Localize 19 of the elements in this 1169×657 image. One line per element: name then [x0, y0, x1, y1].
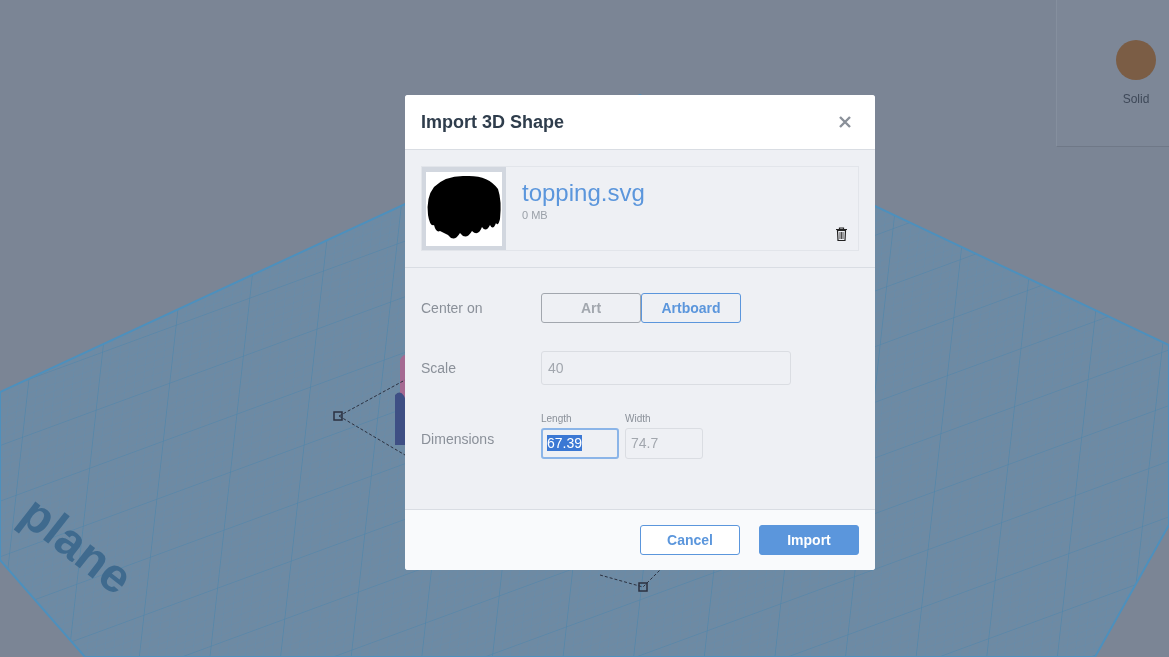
input-field[interactable]: 67.39 — [541, 428, 619, 459]
toggle-option[interactable]: Artboard — [641, 293, 741, 323]
field-label: Dimensions — [421, 431, 496, 449]
field-label: Length — [541, 413, 573, 424]
close-icon[interactable] — [839, 116, 851, 128]
toggle-option[interactable]: Art — [541, 293, 641, 323]
file-name: topping.svg — [522, 179, 645, 207]
dialog-title: Import 3D Shape — [421, 111, 565, 133]
field-label: Center on — [421, 300, 484, 316]
field-label: Width — [625, 413, 652, 424]
color-swatch[interactable] — [1116, 40, 1156, 80]
swatch-label: Solid — [1122, 92, 1150, 106]
scale-field[interactable]: 40 — [541, 351, 791, 385]
field-label: Scale — [421, 360, 458, 376]
cancel-button[interactable]: Cancel — [640, 525, 740, 555]
trash-icon[interactable] — [836, 227, 847, 241]
file-size: 0 MB — [522, 209, 549, 221]
import-button[interactable]: Import — [759, 525, 859, 555]
input-field[interactable]: 74.7 — [625, 428, 703, 459]
